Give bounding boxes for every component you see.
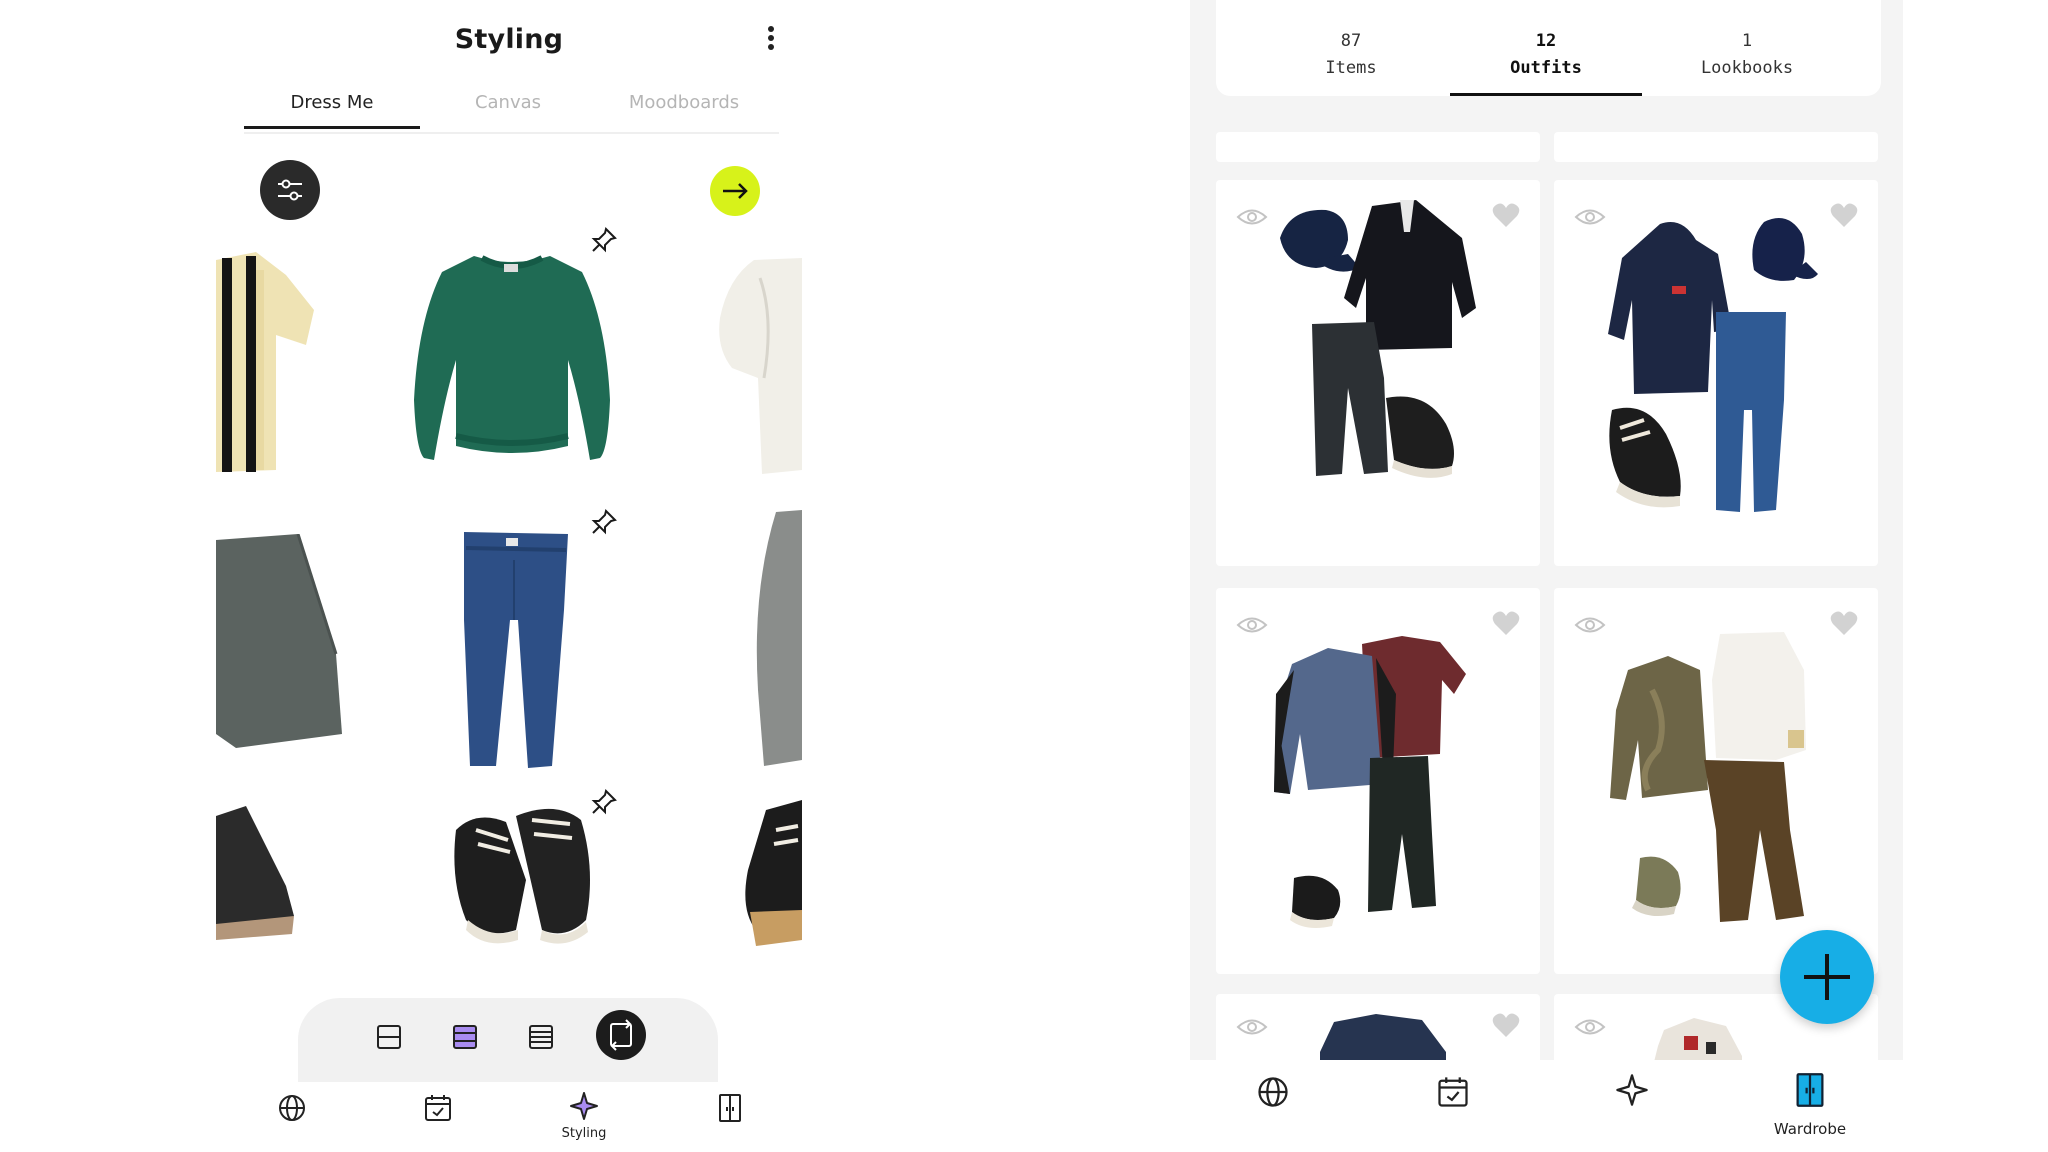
outfit-printed-shirt xyxy=(1654,1018,1742,1060)
globe-icon[interactable] xyxy=(1255,1074,1291,1110)
tab-canvas[interactable]: Canvas xyxy=(420,92,596,113)
filter-button[interactable] xyxy=(260,160,320,220)
stat-items[interactable]: 87 Items xyxy=(1256,28,1446,82)
two-row-icon[interactable] xyxy=(450,1022,480,1052)
page-title: Styling xyxy=(454,24,564,55)
stat-label: Outfits xyxy=(1510,58,1582,78)
black-hightop-sneaker-image[interactable] xyxy=(216,806,296,942)
wardrobe-icon[interactable] xyxy=(1792,1072,1828,1108)
sparkle-icon[interactable] xyxy=(568,1090,600,1122)
styling-screen: Styling Dress Me Canvas Moodboards Styli… xyxy=(216,0,802,1152)
sliders-icon xyxy=(278,179,302,201)
outfit-card-partial xyxy=(1216,132,1540,162)
outfit-navy-cap-black-rugby xyxy=(1280,200,1476,478)
grey-trousers-image[interactable] xyxy=(748,510,802,770)
white-shirt-image[interactable] xyxy=(714,258,802,478)
outfit-card[interactable] xyxy=(1216,180,1540,566)
heart-icon[interactable] xyxy=(1492,1012,1520,1038)
view-mode-bar xyxy=(298,998,718,1082)
grey-shorts-image[interactable] xyxy=(216,534,346,754)
more-options-icon[interactable] xyxy=(764,26,778,54)
stat-outfits[interactable]: 12 Outfits xyxy=(1451,28,1641,82)
outfit-card[interactable] xyxy=(1554,180,1878,566)
outfit-navy-shirt xyxy=(1320,1014,1446,1060)
outfit-card[interactable] xyxy=(1216,588,1540,974)
blue-jeans-image[interactable] xyxy=(456,530,576,770)
styling-tabs: Dress Me Canvas Moodboards xyxy=(244,86,779,134)
plus-icon xyxy=(1804,954,1850,1000)
stat-count: 12 xyxy=(1535,31,1557,51)
one-row-icon[interactable] xyxy=(374,1022,404,1052)
nav-label-wardrobe: Wardrobe xyxy=(1773,1120,1847,1138)
calendar-check-icon[interactable] xyxy=(422,1092,454,1124)
eye-icon[interactable] xyxy=(1574,614,1606,636)
outfit-navy-hoodie-jeans xyxy=(1608,218,1818,512)
outfit-card-partial xyxy=(1554,132,1878,162)
outfit-card[interactable] xyxy=(1554,588,1878,974)
heart-icon[interactable] xyxy=(1492,202,1520,228)
black-vans-sneaker-image[interactable] xyxy=(736,800,802,946)
nav-label-styling: Styling xyxy=(561,1126,607,1141)
add-outfit-button[interactable] xyxy=(1780,930,1874,1024)
green-sweatshirt-image[interactable] xyxy=(412,250,612,470)
wardrobe-icon[interactable] xyxy=(714,1092,746,1124)
arrow-right-icon xyxy=(723,183,748,199)
stat-count: 87 xyxy=(1340,31,1362,51)
three-row-icon[interactable] xyxy=(526,1022,556,1052)
eye-icon[interactable] xyxy=(1574,1016,1606,1038)
calendar-check-icon[interactable] xyxy=(1435,1074,1471,1110)
shuffle-button[interactable] xyxy=(596,1010,646,1060)
outfit-olive-jacket-cargo xyxy=(1610,632,1806,922)
wardrobe-screen: 87 Items 12 Outfits 1 Lookbooks xyxy=(1190,0,1903,1060)
next-button[interactable] xyxy=(710,166,760,216)
pin-icon[interactable] xyxy=(590,508,618,536)
globe-icon[interactable] xyxy=(276,1092,308,1124)
stat-count: 1 xyxy=(1741,31,1753,51)
eye-icon[interactable] xyxy=(1236,206,1268,228)
striped-shirt-image[interactable] xyxy=(216,250,316,480)
eye-icon[interactable] xyxy=(1236,1016,1268,1038)
tab-dress-me[interactable]: Dress Me xyxy=(244,92,420,113)
outfit-card[interactable] xyxy=(1216,994,1540,1060)
eye-icon[interactable] xyxy=(1236,614,1268,636)
heart-icon[interactable] xyxy=(1492,610,1520,636)
black-leather-sneakers-image[interactable] xyxy=(446,800,596,950)
tab-moodboards[interactable]: Moodboards xyxy=(596,92,772,113)
sparkle-icon[interactable] xyxy=(1614,1072,1650,1108)
eye-icon[interactable] xyxy=(1574,206,1606,228)
outfit-denim-jacket-maroon-tee xyxy=(1274,636,1466,928)
stat-label: Lookbooks xyxy=(1700,58,1794,78)
wardrobe-stats: 87 Items 12 Outfits 1 Lookbooks xyxy=(1216,0,1881,96)
active-tab-indicator xyxy=(244,126,420,129)
active-stat-indicator xyxy=(1450,93,1642,96)
stat-label: Items xyxy=(1325,58,1377,78)
shuffle-icon xyxy=(610,1019,632,1051)
stat-lookbooks[interactable]: 1 Lookbooks xyxy=(1652,28,1842,82)
